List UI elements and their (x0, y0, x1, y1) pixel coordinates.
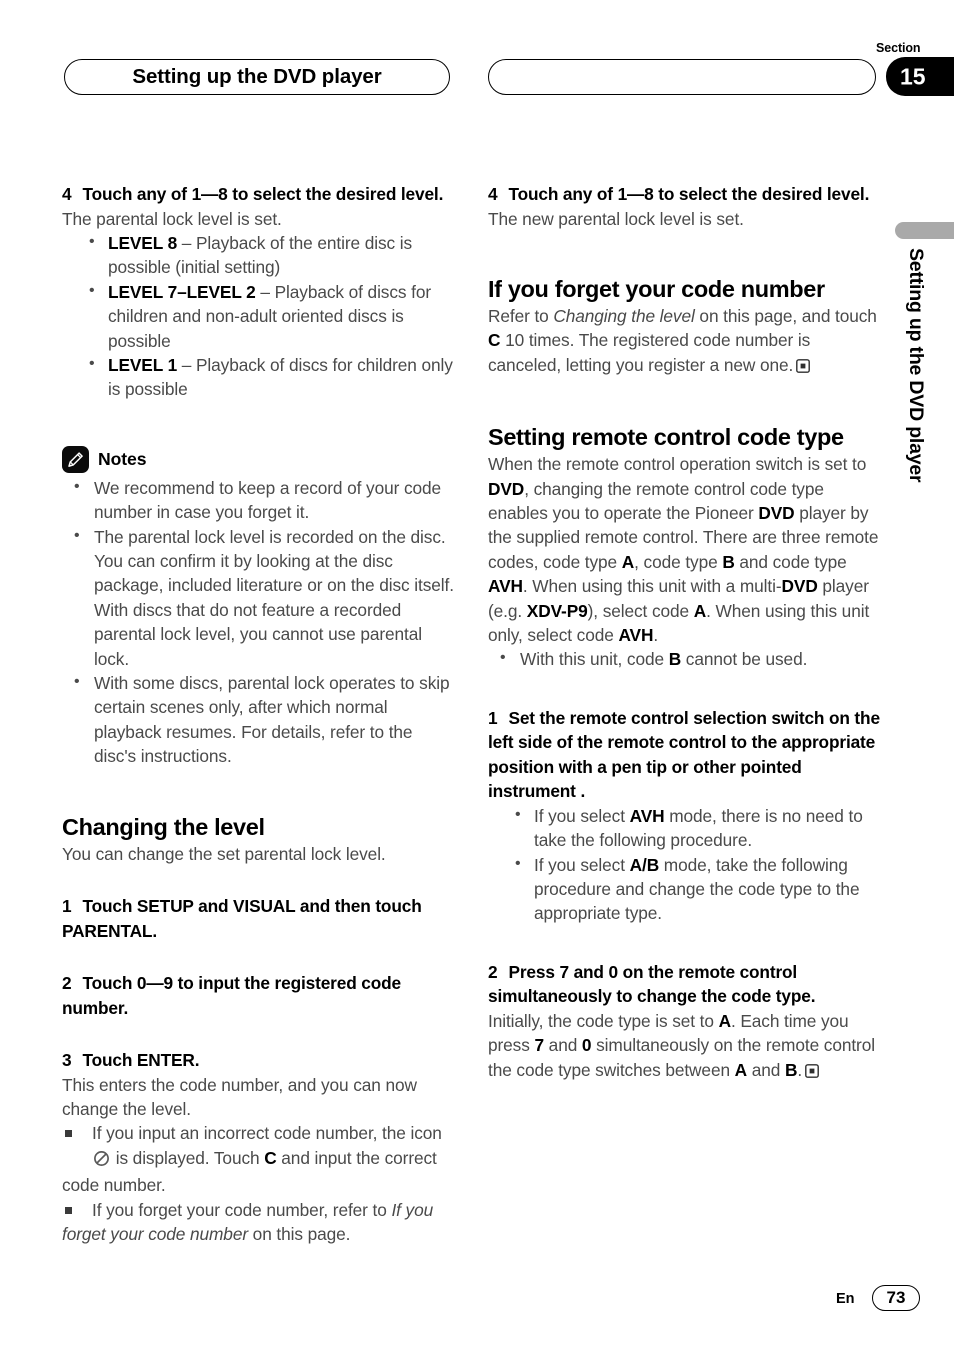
level-term: LEVEL 7–LEVEL 2 (108, 281, 256, 302)
remote-code-paragraph: When the remote control operation switch… (488, 454, 879, 645)
list-item: LEVEL 7–LEVEL 2 – Playback of discs for … (62, 279, 458, 353)
right-step-4-text: Touch any of 1—8 to select the desired l… (508, 184, 870, 204)
left-step-3-title: 3 Touch ENTER. (62, 1048, 458, 1073)
right-step-2-title: 2 Press 7 and 0 on the remote control sim… (488, 960, 884, 1009)
forget-code-mid: on this page, and touch (694, 305, 877, 326)
changing-level-intro: You can change the set parental lock lev… (62, 843, 386, 864)
list-item: If you input an incorrect code number, t… (62, 1121, 458, 1197)
level-list: LEVEL 8 – Playback of the entire disc is… (62, 230, 458, 402)
level-term: LEVEL 8 (108, 232, 178, 253)
pencil-icon (62, 445, 89, 473)
left-step-3-number: 3 (62, 1050, 72, 1071)
document-page: Setting up the DVD player Section 15 Set… (0, 0, 954, 1352)
list-item: If you forget your code number, refer to… (62, 1198, 458, 1247)
notes-title: Notes (98, 448, 147, 469)
right-step-4-number: 4 (488, 184, 498, 204)
forget-code-post: 10 times. The registered code number is … (488, 330, 811, 375)
remote-code-heading: Setting remote control code type (488, 424, 844, 451)
list-item: If you select A/B mode, take the followi… (488, 852, 884, 926)
list-item: If you select AVH mode, there is no need… (488, 803, 884, 853)
list-item: We recommend to keep a record of your co… (62, 475, 458, 525)
forget-code-pre: Refer to (488, 305, 554, 326)
notes-list: We recommend to keep a record of your co… (62, 475, 458, 769)
list-item: LEVEL 8 – Playback of the entire disc is… (62, 230, 458, 280)
right-step-2-text: Press 7 and 0 on the remote control simu… (488, 961, 816, 1007)
sub-item-pre: If you input an incorrect code number, t… (92, 1123, 442, 1144)
right-step-2-body: Initially, the code type is set to A. Ea… (488, 1009, 884, 1084)
list-item: With some discs, parental lock operates … (62, 670, 458, 769)
forget-code-body: Refer to Changing the level on this page… (488, 304, 884, 379)
list-item: The parental lock level is recorded on t… (62, 524, 458, 671)
left-step-4-title: 4 Touch any of 1—8 to select the desired … (62, 182, 458, 207)
left-step-2-text: Touch 0—9 to input the registered code n… (62, 973, 401, 1018)
changing-level-heading: Changing the level (62, 813, 265, 840)
running-head-right (488, 59, 876, 95)
right-step-1-bullets: If you select AVH mode, there is no need… (488, 803, 884, 926)
running-head-left: Setting up the DVD player (64, 59, 450, 95)
section-badge: 15 (886, 57, 954, 96)
sub-item-mid: is displayed. Touch (111, 1147, 265, 1168)
right-step-1-number: 1 (488, 707, 498, 728)
left-sub-list: If you input an incorrect code number, t… (62, 1121, 458, 1246)
remote-code-note-list: With this unit, code B cannot be used. (488, 646, 884, 671)
right-step-1-title: 1 Set the remote control selection switch… (488, 706, 884, 804)
right-step-1-text: Set the remote control selection switch … (488, 707, 880, 802)
list-item: With this unit, code B cannot be used. (488, 646, 884, 671)
end-of-section-icon (805, 1060, 819, 1084)
forget-code-heading: If you forget your code number (488, 275, 825, 302)
level-term: LEVEL 1 (108, 354, 178, 375)
left-step-2-number: 2 (62, 973, 72, 994)
left-step-1-title: 1 Touch SETUP and VISUAL and then touch P… (62, 894, 458, 943)
list-item: LEVEL 1 – Playback of discs for children… (62, 352, 458, 402)
left-column: 4 Touch any of 1—8 to select the desired … (62, 182, 458, 1246)
section-number: 15 (900, 63, 926, 89)
sub-item-pre: If you forget your code number, refer to (92, 1199, 392, 1220)
left-step-4-number: 4 (62, 184, 72, 204)
end-of-section-icon (796, 355, 811, 379)
sub-item-post: on this page. (247, 1223, 351, 1244)
left-step-3-body: This enters the code number, and you can… (62, 1074, 417, 1119)
forget-code-bold: C (488, 330, 501, 351)
page-number-badge: 73 (872, 1285, 920, 1311)
left-step-4-text: Touch any of 1—8 to select the desired l… (82, 184, 444, 204)
right-column: 4 Touch any of 1—8 to select the desired … (488, 182, 884, 1084)
left-step-4-body: The parental lock level is set. (62, 208, 282, 229)
sub-item-bold: C (264, 1147, 277, 1168)
side-tab-title: Setting up the DVD player (905, 248, 927, 483)
forget-code-italic: Changing the level (553, 305, 695, 326)
left-step-2-title: 2 Touch 0—9 to input the registered code … (62, 971, 458, 1020)
page-number: 73 (886, 1288, 906, 1307)
right-step-2-number: 2 (488, 961, 498, 982)
section-label: Section (876, 41, 921, 55)
left-step-1-text: Touch SETUP and VISUAL and then touch PA… (62, 896, 422, 941)
side-tab-marker (895, 222, 954, 239)
notes-header: Notes (62, 445, 458, 476)
running-head-left-title: Setting up the DVD player (132, 65, 382, 88)
footer-language: En (836, 1291, 855, 1307)
left-step-1-number: 1 (62, 896, 72, 917)
right-step-4-body: The new parental lock level is set. (488, 208, 744, 229)
left-step-3-text: Touch ENTER. (82, 1050, 200, 1071)
right-step-4-title: 4 Touch any of 1—8 to select the desired … (488, 182, 884, 207)
prohibition-icon (63, 1149, 110, 1173)
